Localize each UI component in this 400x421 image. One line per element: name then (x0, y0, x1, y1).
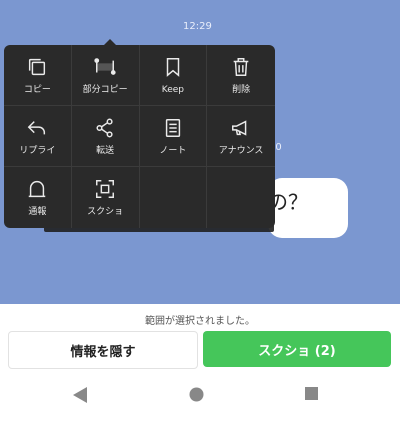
menu-item-label: 転送 (96, 145, 115, 156)
system-nav-bar (0, 376, 400, 421)
menu-item-partial-copy[interactable]: 部分コピー (71, 45, 140, 106)
menu-item-announce[interactable]: アナウンス (207, 106, 275, 167)
message-timestamp: 12:29 (183, 21, 212, 32)
menu-item-forward[interactable]: 転送 (71, 106, 140, 167)
trash-icon (233, 57, 249, 76)
menu-item-report[interactable]: 通報 (4, 167, 72, 228)
share-icon (96, 118, 113, 137)
reply-icon (28, 120, 46, 134)
screenshot-button[interactable]: スクショ (2) (203, 331, 391, 367)
bookmark-icon (166, 57, 180, 77)
megaphone-icon (232, 119, 247, 136)
menu-item-delete[interactable]: 削除 (207, 45, 275, 106)
menu-empty-cell (207, 167, 275, 228)
menu-pointer (103, 39, 117, 46)
menu-item-screenshot[interactable]: スクショ (72, 167, 140, 228)
note-icon (165, 118, 181, 137)
back-icon[interactable] (72, 386, 88, 404)
screenshot-bottom-sheet: 範囲が選択されました。 情報を隠す スクショ (2) (0, 304, 400, 421)
partial-copy-icon (94, 57, 116, 75)
menu-item-keep[interactable]: Keep (139, 45, 208, 106)
report-icon (29, 180, 46, 198)
menu-item-label: 部分コピー (82, 84, 128, 95)
menu-item-label: 通報 (28, 207, 47, 217)
menu-item-label: アナウンス (218, 145, 264, 156)
menu-item-label: 削除 (232, 84, 251, 95)
copy-icon (29, 58, 46, 75)
home-icon[interactable] (188, 386, 205, 403)
menu-item-label: ノート (159, 145, 187, 156)
context-menu: コピー 部分コピー Keep 削除 リプライ 転送 ノート アナウンス 通報 ス… (4, 45, 275, 228)
recents-icon[interactable] (304, 386, 319, 401)
menu-item-label: リプライ (19, 145, 56, 156)
menu-item-copy[interactable]: コピー (4, 45, 72, 106)
selection-status: 範囲が選択されました。 (145, 316, 255, 327)
hide-info-button[interactable]: 情報を隠す (8, 331, 198, 369)
menu-item-label: スクショ (87, 207, 124, 217)
menu-empty-cell (140, 167, 208, 228)
menu-item-note[interactable]: ノート (139, 106, 208, 167)
menu-item-reply[interactable]: リプライ (4, 106, 72, 167)
screenshot-icon (96, 180, 115, 198)
menu-item-label: コピー (23, 84, 51, 95)
menu-item-label: Keep (161, 84, 184, 95)
